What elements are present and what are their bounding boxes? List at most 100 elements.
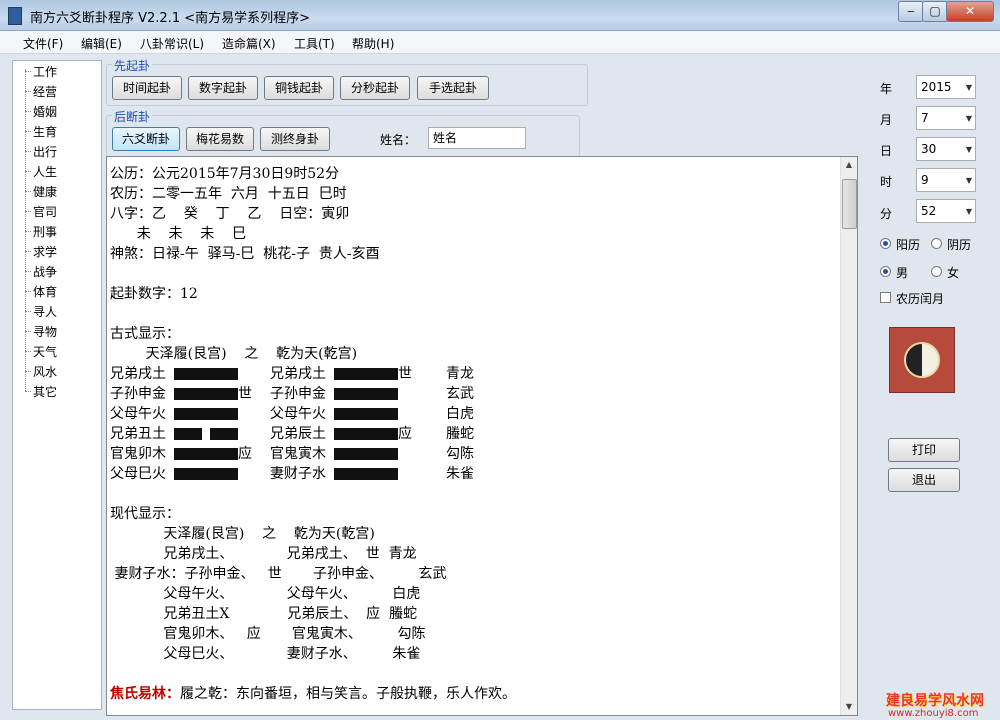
text-line: 农历：二零一五年 六月 十五日 巳时 xyxy=(110,186,347,202)
solar-radio[interactable] xyxy=(880,238,891,249)
menu-help[interactable]: 帮助(H) xyxy=(352,35,394,52)
month-select[interactable]: 7 ▼ xyxy=(916,106,976,130)
watermark-text: 建良易学风水网 xyxy=(886,693,984,709)
menu-file[interactable]: 文件(F) xyxy=(23,35,63,52)
manual-divination-button[interactable]: 手选起卦 xyxy=(417,76,489,100)
hour-select[interactable]: 9 ▼ xyxy=(916,168,976,192)
tree-item[interactable]: 婚姻 xyxy=(24,103,57,120)
yao-label: 父母午火 xyxy=(270,406,326,422)
female-radio[interactable] xyxy=(931,266,942,277)
lunar-radio[interactable] xyxy=(931,238,942,249)
day-value: 30 xyxy=(921,142,937,156)
menu-edit[interactable]: 编辑(E) xyxy=(81,35,122,52)
tree-item[interactable]: 天气 xyxy=(24,343,57,360)
exit-button[interactable]: 退出 xyxy=(888,468,960,492)
result-textarea[interactable]: 公历：公元2015年7月30日9时52分 农历：二零一五年 六月 十五日 巳时 … xyxy=(106,156,858,716)
close-button[interactable]: ✕ xyxy=(946,1,994,22)
leap-month-checkbox[interactable] xyxy=(880,292,891,303)
minimize-button[interactable]: ‒ xyxy=(898,1,924,22)
print-button[interactable]: 打印 xyxy=(888,438,960,462)
female-label: 女 xyxy=(947,266,960,280)
tree-item[interactable]: 其它 xyxy=(24,383,57,400)
year-label: 年 xyxy=(880,82,893,96)
text-line: 八字：乙 癸 丁 乙 日空：寅卯 xyxy=(110,206,350,222)
yao-line xyxy=(334,407,398,423)
second-divination-button[interactable]: 分秒起卦 xyxy=(340,76,410,100)
menu-zaoming[interactable]: 造命篇(X) xyxy=(222,35,276,52)
tree-item[interactable]: 风水 xyxy=(24,363,57,380)
six-god-label: 青龙 xyxy=(446,366,474,382)
category-tree[interactable]: 工作 经营 婚姻 生育 出行 人生 健康 官司 刑事 求学 战争 体育 寻人 寻… xyxy=(12,60,102,710)
tree-item[interactable]: 寻物 xyxy=(24,323,57,340)
chevron-down-icon: ▼ xyxy=(965,114,972,123)
tree-item[interactable]: 官司 xyxy=(24,203,57,220)
yao-label: 父母巳火 xyxy=(110,466,166,482)
tree-item[interactable]: 战争 xyxy=(24,263,57,280)
male-label: 男 xyxy=(896,266,909,280)
ancient-row: 兄弟戌土 兄弟戌土 世 青龙 xyxy=(110,363,474,383)
leap-month-label: 农历闰月 xyxy=(896,292,945,306)
time-divination-button[interactable]: 时间起卦 xyxy=(112,76,182,100)
year-select[interactable]: 2015 ▼ xyxy=(916,75,976,99)
male-radio[interactable] xyxy=(880,266,891,277)
day-select[interactable]: 30 ▼ xyxy=(916,137,976,161)
yao-line xyxy=(174,427,238,443)
yao-line xyxy=(174,407,238,423)
shi-ying-mark: 应 xyxy=(398,426,412,442)
maximize-button[interactable]: ▢ xyxy=(922,1,948,22)
tree-item[interactable]: 经营 xyxy=(24,83,57,100)
meihua-button[interactable]: 梅花易数 xyxy=(186,127,254,151)
text-line: 兄弟丑土X 兄弟辰土、 应 螣蛇 xyxy=(110,606,418,622)
ancient-row: 官鬼卯木 应 官鬼寅木 勾陈 xyxy=(110,443,474,463)
jiaoshi-line: 焦氏易林：履之乾：东向番垣，相与笑言。子般执鞭，乐人作欢。 xyxy=(110,683,516,703)
app-icon xyxy=(8,7,22,25)
text-line: 天泽履(艮宫) 之 乾为天(乾宫) xyxy=(110,526,375,542)
tree-item[interactable]: 刑事 xyxy=(24,223,57,240)
minute-select[interactable]: 52 ▼ xyxy=(916,199,976,223)
yao-label: 官鬼寅木 xyxy=(270,446,326,462)
tree-item[interactable]: 出行 xyxy=(24,143,57,160)
scroll-up-icon[interactable]: ▲ xyxy=(841,157,857,173)
month-label: 月 xyxy=(880,113,893,127)
yin-yang-icon xyxy=(904,342,940,378)
tree-item[interactable]: 求学 xyxy=(24,243,57,260)
lifetime-button[interactable]: 测终身卦 xyxy=(260,127,330,151)
scroll-down-icon[interactable]: ▼ xyxy=(841,699,857,715)
name-input[interactable]: 姓名 xyxy=(428,127,526,149)
hour-label: 时 xyxy=(880,175,893,189)
yao-line xyxy=(174,447,238,463)
yao-label: 兄弟戌土 xyxy=(270,366,326,382)
menu-bagua[interactable]: 八卦常识(L) xyxy=(140,35,204,52)
menu-bar: 文件(F) 编辑(E) 八卦常识(L) 造命篇(X) 工具(T) 帮助(H) xyxy=(0,31,1000,54)
month-value: 7 xyxy=(921,111,929,125)
text-line: 官鬼卯木、 应 官鬼寅木、 勾陈 xyxy=(110,626,426,642)
six-god-label: 朱雀 xyxy=(446,466,474,482)
yao-label: 兄弟丑土 xyxy=(110,426,166,442)
text-line: 妻财子水：子孙申金、 世 子孙申金、 玄武 xyxy=(110,566,447,582)
ancient-row: 子孙申金 世 子孙申金 玄武 xyxy=(110,383,474,403)
tree-item[interactable]: 体育 xyxy=(24,283,57,300)
title-bar[interactable]: 南方六爻断卦程序 V2.2.1 <南方易学系列程序> ‒ ▢ ✕ xyxy=(0,0,1000,31)
yao-label: 兄弟戌土 xyxy=(110,366,166,382)
number-divination-button[interactable]: 数字起卦 xyxy=(188,76,258,100)
scroll-thumb[interactable] xyxy=(842,179,857,229)
yao-label: 父母午火 xyxy=(110,406,166,422)
yao-line xyxy=(174,387,238,403)
tree-item[interactable]: 工作 xyxy=(24,63,57,80)
window-title: 南方六爻断卦程序 V2.2.1 <南方易学系列程序> xyxy=(30,11,311,26)
shi-ying-mark: 世 xyxy=(398,366,412,382)
text-line: 天泽履(艮宫) 之 乾为天(乾宫) xyxy=(110,346,358,362)
menu-tools[interactable]: 工具(T) xyxy=(294,35,335,52)
liuyao-button[interactable]: 六爻断卦 xyxy=(112,127,180,151)
six-god-label: 勾陈 xyxy=(446,446,474,462)
ancient-row: 父母巳火 妻财子水 朱雀 xyxy=(110,463,474,483)
tree-item[interactable]: 人生 xyxy=(24,163,57,180)
yao-label: 子孙申金 xyxy=(270,386,326,402)
tree-item[interactable]: 健康 xyxy=(24,183,57,200)
tree-item[interactable]: 寻人 xyxy=(24,303,57,320)
coin-divination-button[interactable]: 铜钱起卦 xyxy=(264,76,334,100)
chevron-down-icon: ▼ xyxy=(965,207,972,216)
vertical-scrollbar[interactable]: ▲ ▼ xyxy=(840,157,857,715)
chevron-down-icon: ▼ xyxy=(965,145,972,154)
tree-item[interactable]: 生育 xyxy=(24,123,57,140)
